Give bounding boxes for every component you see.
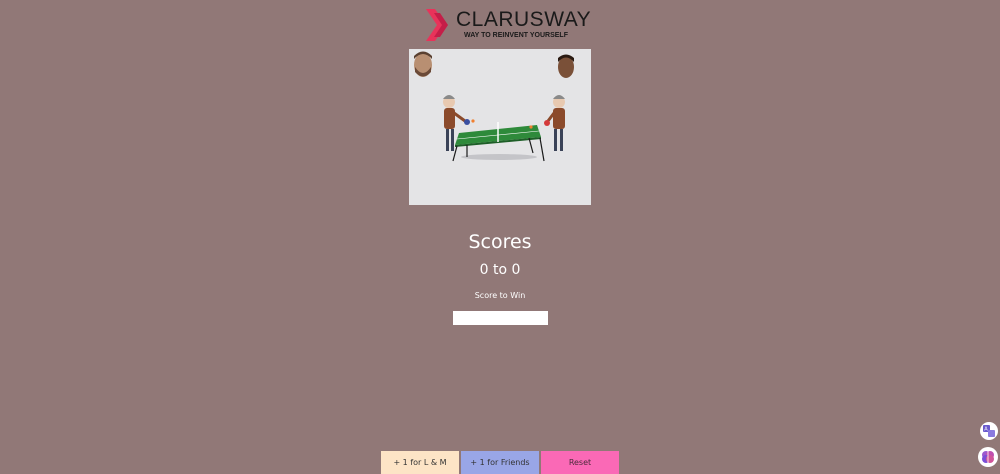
right-player-figure [529,95,565,151]
score-to-win-label: Score to Win [474,291,526,300]
add-point-friends-button[interactable]: + 1 for Friends [461,451,539,474]
logo-tagline: WAY TO REINVENT YOURSELF [464,32,568,39]
chevron-logo-icon [426,9,448,41]
score-to-win-input[interactable] [453,311,548,325]
add-point-lm-button[interactable]: + 1 for L & M [381,451,459,474]
brain-icon [982,451,994,463]
clarusway-logo: CLARUSWAY WAY TO REINVENT YOURSELF [426,7,591,43]
player-lm-avatar [414,51,432,77]
translate-icon: A [983,425,995,437]
player-friends-avatar [558,54,574,78]
reset-button[interactable]: Reset [541,451,619,474]
ping-pong-illustration [409,49,591,205]
scores-title: Scores [468,231,532,253]
score-display: 0 to 0 [479,262,521,278]
svg-text:A: A [984,427,988,433]
translate-extension-button[interactable]: A [980,422,998,440]
logo-name: CLARUSWAY [456,8,592,31]
brain-extension-button[interactable] [978,447,998,467]
